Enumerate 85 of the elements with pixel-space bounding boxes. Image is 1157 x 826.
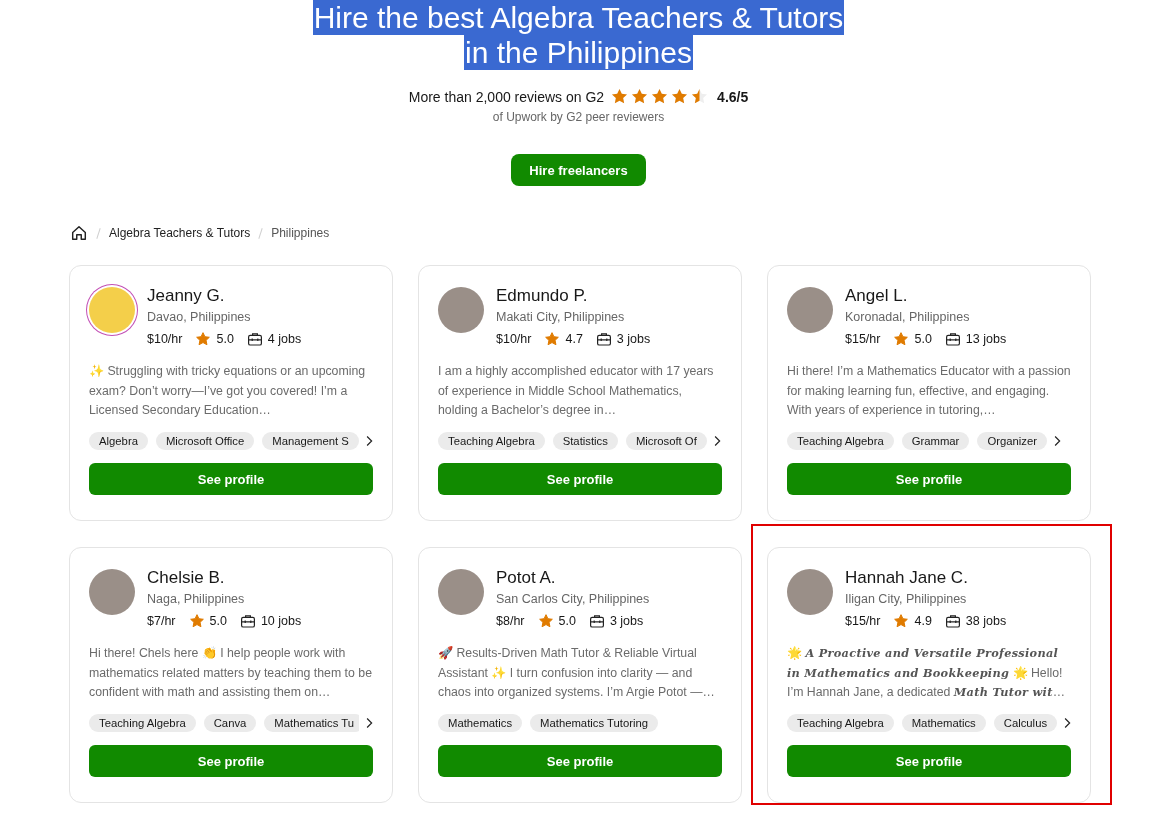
- chevron-right-icon[interactable]: [364, 435, 373, 447]
- skill-tag[interactable]: Mathematics: [438, 714, 523, 732]
- hourly-rate: $15/hr: [845, 332, 881, 346]
- location-text: San Carlos City, Philippines: [496, 592, 650, 606]
- location-text: Makati City, Philippines: [496, 310, 626, 324]
- hourly-rate: $10/hr: [147, 332, 183, 346]
- reviews-subtext: of Upwork by G2 peer reviewers: [492, 110, 665, 124]
- see-profile-button[interactable]: See profile: [89, 745, 373, 777]
- briefcase-icon: [239, 613, 256, 629]
- breadcrumb-link[interactable]: Philippines: [271, 226, 330, 240]
- reviews-text: More than 2,000 reviews on G2: [408, 88, 605, 105]
- location-text: Iligan City, Philippines: [845, 592, 968, 606]
- skill-tag[interactable]: Grammar: [901, 432, 970, 450]
- skill-tag[interactable]: Management S: [262, 432, 359, 450]
- chevron-right-icon[interactable]: [1063, 717, 1071, 729]
- star-icon: [893, 331, 910, 347]
- skill-tag[interactable]: Teaching Algebra: [787, 432, 894, 450]
- rating-value: 5.0: [216, 332, 234, 346]
- hourly-rate: $7/hr: [147, 614, 176, 628]
- jobs-count: 13 jobs: [965, 332, 1007, 346]
- skill-tag[interactable]: Calculus: [993, 714, 1057, 732]
- hourly-rate: $10/hr: [496, 332, 532, 346]
- skill-tag[interactable]: Canva: [203, 714, 257, 732]
- hourly-rate: $15/hr: [845, 614, 881, 628]
- chevron-right-icon[interactable]: [712, 435, 721, 447]
- jobs-count: 4 jobs: [267, 332, 302, 346]
- skill-tag[interactable]: Statistics: [552, 432, 618, 450]
- bio-text: I am a highly accomplished educator with 17 years of experience in Middle School Mathematics, holding a Bachelor’s degree in…: [438, 363, 715, 419]
- see-profile-button[interactable]: See profile: [89, 463, 373, 495]
- rating-value: 4.7: [565, 332, 583, 346]
- see-profile-button[interactable]: See profile: [438, 745, 722, 777]
- skill-tag[interactable]: Teaching Algebra: [89, 714, 196, 732]
- chevron-right-icon[interactable]: [365, 717, 373, 729]
- jobs-count: 3 jobs: [609, 614, 644, 628]
- location-text: Naga, Philippines: [147, 592, 246, 606]
- bio-text: ✨ Struggling with tricky equations or an upcoming exam? Don’t worry—I’ve got you covered! I’m a Licensed Secondary Education…: [89, 363, 367, 419]
- skill-tag[interactable]: Mathematics: [901, 714, 986, 732]
- skill-tag[interactable]: Algebra: [89, 432, 148, 450]
- briefcase-icon: [595, 331, 612, 347]
- see-profile-button[interactable]: See profile: [787, 463, 1071, 495]
- location-text: Koronadal, Philippines: [845, 310, 971, 324]
- see-profile-button[interactable]: See profile: [438, 463, 722, 495]
- star-icon: [195, 331, 212, 347]
- jobs-count: 3 jobs: [616, 332, 651, 346]
- rating-value: 5.0: [209, 614, 227, 628]
- skill-tag[interactable]: Teaching Algebra: [787, 714, 894, 732]
- freelancer-name[interactable]: Angel L.: [845, 286, 1007, 306]
- bio-text: 🚀 Results-Driven Math Tutor & Reliable Virtual Assistant ✨ I turn confusion into clarity — and chaos into organized systems. I’m Argie Potot —…: [438, 645, 716, 701]
- skill-tag[interactable]: Mathematics Tutoring: [530, 714, 659, 732]
- jobs-count: 38 jobs: [965, 614, 1007, 628]
- briefcase-icon: [944, 331, 961, 347]
- freelancer-name[interactable]: Hannah Jane C.: [845, 568, 1007, 588]
- star-icon: [188, 613, 205, 629]
- rating-score: 4.6/5: [717, 88, 749, 105]
- home-icon[interactable]: [70, 224, 88, 242]
- skill-tag[interactable]: Microsoft Of: [625, 432, 707, 450]
- skill-tag[interactable]: Mathematics Tu: [264, 714, 359, 732]
- jobs-count: 10 jobs: [260, 614, 302, 628]
- hourly-rate: $8/hr: [496, 614, 525, 628]
- briefcase-icon: [588, 613, 605, 629]
- page-title: Hire the best Algebra Teachers & Tutors: [312, 0, 845, 35]
- page-title: in the Philippines: [464, 35, 693, 70]
- skill-tag[interactable]: Microsoft Office: [155, 432, 255, 450]
- briefcase-icon: [944, 613, 961, 629]
- freelancer-name[interactable]: Jeanny G.: [147, 286, 302, 306]
- star-icon: [537, 613, 554, 629]
- bio-text: Hi there! I’m a Mathematics Educator with a passion for making learning fun, effective, and engaging. With years of experience in tutoring,…: [787, 363, 1071, 419]
- freelancer-name[interactable]: Potot A.: [496, 568, 650, 588]
- see-profile-button[interactable]: See profile: [787, 745, 1071, 777]
- star-icon: [544, 331, 561, 347]
- hire-freelancers-button[interactable]: Hire freelancers: [511, 154, 646, 186]
- rating-value: 5.0: [914, 332, 932, 346]
- skill-tag[interactable]: Organizer: [977, 432, 1047, 450]
- chevron-right-icon[interactable]: [1053, 435, 1061, 447]
- bio-text: Hi there! Chels here 👏 I help people work with mathematics related matters by teaching them to be confident with math and assisting them on…: [89, 645, 373, 701]
- star-icon: [893, 613, 910, 629]
- freelancer-name[interactable]: Edmundo P.: [496, 286, 651, 306]
- breadcrumb-link[interactable]: Algebra Teachers & Tutors: [109, 226, 251, 240]
- freelancer-name[interactable]: Chelsie B.: [147, 568, 302, 588]
- briefcase-icon: [246, 331, 263, 347]
- bio-text: 🌟 A Proactive and Versatile Professional in Mathematics and Bookkeeping 🌟 Hello! I’m Hannah Jane, a dedicated Math Tutor wit…: [787, 645, 1066, 701]
- skill-tag[interactable]: Teaching Algebra: [438, 432, 545, 450]
- rating-value: 4.9: [914, 614, 932, 628]
- location-text: Davao, Philippines: [147, 310, 252, 324]
- rating-value: 5.0: [558, 614, 576, 628]
